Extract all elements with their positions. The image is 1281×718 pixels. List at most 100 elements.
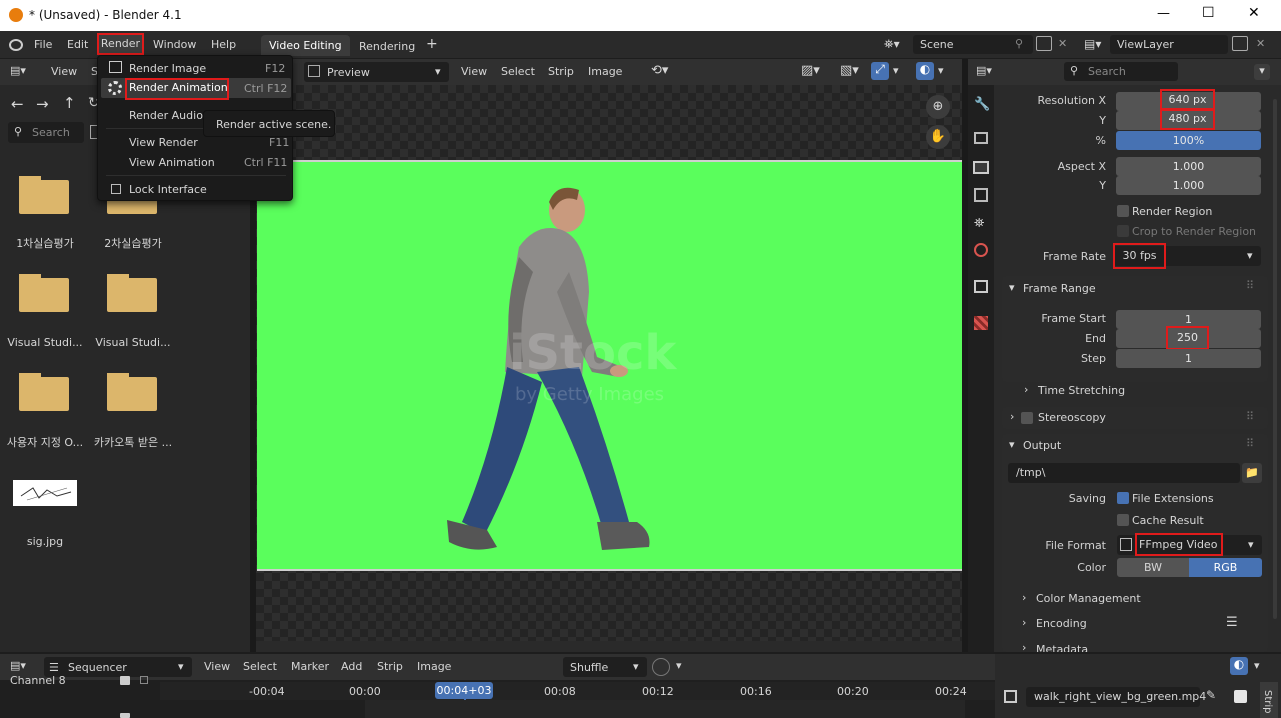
properties-editor-type-icon[interactable]: ▤▾ bbox=[976, 64, 992, 77]
scene-tab-icon[interactable]: ⛯ bbox=[974, 216, 984, 231]
overlay-icon[interactable]: ▧▾ bbox=[840, 63, 859, 78]
list-item[interactable]: sig.jpg bbox=[5, 477, 85, 555]
view-layer-selector[interactable]: ViewLayer bbox=[1110, 35, 1228, 54]
output-title[interactable]: Output bbox=[1023, 439, 1061, 452]
back-icon[interactable]: ← bbox=[11, 95, 24, 113]
overlays-toggle-icon[interactable]: ◐ bbox=[1230, 657, 1248, 675]
cache-result-checkbox[interactable] bbox=[1117, 514, 1129, 526]
new-scene-icon[interactable] bbox=[1036, 36, 1052, 51]
file-format-dropdown[interactable]: FFmpeg Video ▾ bbox=[1117, 533, 1262, 556]
overlays-dropdown-icon[interactable]: ▾ bbox=[938, 64, 944, 77]
tool-tab-icon[interactable]: 🔧 bbox=[974, 97, 990, 112]
overlays-dropdown-icon[interactable]: ▾ bbox=[1254, 659, 1260, 672]
menu-help[interactable]: Help bbox=[211, 38, 236, 51]
forward-icon[interactable]: → bbox=[36, 95, 49, 113]
sequencer-editor-type-icon[interactable]: ▤▾ bbox=[10, 659, 26, 672]
texture-tab-icon[interactable] bbox=[974, 316, 988, 330]
frame-end-field[interactable]: 250 bbox=[1116, 326, 1261, 350]
scene-icon[interactable]: ⛯▾ bbox=[884, 37, 900, 52]
maximize-button[interactable]: ☐ bbox=[1202, 5, 1215, 21]
menu-window[interactable]: Window bbox=[153, 38, 196, 51]
color-management-subpanel[interactable]: › Color Management bbox=[1020, 589, 1250, 609]
preview-view-menu[interactable]: View bbox=[461, 65, 487, 78]
list-item[interactable]: Visual Studi... bbox=[93, 274, 173, 352]
menu-item-render-animation[interactable]: Render Animation Ctrl F12 bbox=[101, 78, 291, 100]
color-bw-option[interactable]: BW bbox=[1117, 558, 1189, 577]
frame-step-field[interactable]: 1 bbox=[1116, 349, 1261, 368]
channel-lock-icon[interactable] bbox=[120, 676, 130, 685]
preview-strip-menu[interactable]: Strip bbox=[548, 65, 574, 78]
menu-render[interactable]: Render bbox=[97, 33, 144, 55]
timeline-ruler[interactable] bbox=[160, 682, 995, 700]
sequencer-add-menu[interactable]: Add bbox=[341, 660, 362, 673]
file-browser-view-menu[interactable]: View bbox=[51, 65, 77, 78]
pivot-icon[interactable]: ⟲▾ bbox=[651, 63, 668, 78]
delete-scene-icon[interactable]: ✕ bbox=[1058, 37, 1067, 50]
tab-strip[interactable]: Strip bbox=[1260, 682, 1278, 718]
sequencer-strip-menu[interactable]: Strip bbox=[377, 660, 403, 673]
menu-item-view-animation[interactable]: View Animation Ctrl F11 bbox=[101, 153, 291, 172]
snap-dropdown-icon[interactable]: ▾ bbox=[676, 659, 682, 672]
drag-handle-icon[interactable]: ⠿ bbox=[1246, 279, 1255, 292]
resolution-y-field[interactable]: 480 px bbox=[1116, 108, 1261, 130]
overlays-toggle-icon[interactable]: ◐ bbox=[916, 62, 934, 80]
stereoscopy-checkbox[interactable] bbox=[1021, 412, 1033, 424]
file-extensions-checkbox[interactable] bbox=[1117, 492, 1129, 504]
list-item[interactable]: Visual Studi... bbox=[5, 274, 85, 352]
strip-edit-icon[interactable]: ✎ bbox=[1206, 688, 1216, 702]
view-layer-tab-icon[interactable] bbox=[974, 188, 988, 202]
list-item[interactable]: 카카오톡 받은 ... bbox=[93, 373, 173, 451]
render-tab-icon[interactable] bbox=[974, 132, 988, 144]
delete-view-layer-icon[interactable]: ✕ bbox=[1256, 37, 1265, 50]
strip-active-checkbox[interactable] bbox=[1234, 690, 1247, 703]
sequencer-mode-dropdown[interactable]: ☰ Sequencer ▾ bbox=[44, 657, 192, 677]
minimize-button[interactable]: — bbox=[1157, 6, 1170, 21]
output-path-input[interactable]: /tmp\ bbox=[1008, 463, 1240, 483]
properties-scrollbar[interactable] bbox=[1273, 99, 1277, 619]
crop-region-checkbox[interactable] bbox=[1117, 225, 1129, 237]
sequencer-marker-menu[interactable]: Marker bbox=[291, 660, 329, 673]
world-tab-icon[interactable] bbox=[974, 243, 988, 257]
list-options-icon[interactable]: ☰ bbox=[1226, 615, 1238, 630]
drag-handle-icon[interactable]: ⠿ bbox=[1246, 410, 1255, 423]
gizmo-dropdown-icon[interactable]: ▾ bbox=[893, 64, 899, 77]
properties-options-icon[interactable]: ▾ bbox=[1254, 64, 1270, 80]
chevron-down-icon[interactable]: ▾ bbox=[1009, 281, 1015, 294]
stereoscopy-panel[interactable]: › Stereoscopy ⠿ bbox=[1002, 407, 1268, 429]
tab-rendering[interactable]: Rendering bbox=[359, 40, 415, 53]
preview-select-menu[interactable]: Select bbox=[501, 65, 535, 78]
preview-image-menu[interactable]: Image bbox=[588, 65, 622, 78]
aspect-x-field[interactable]: 1.000 bbox=[1116, 157, 1261, 176]
menu-item-render-image[interactable]: Render Image F12 bbox=[101, 59, 291, 78]
menu-edit[interactable]: Edit bbox=[67, 38, 88, 51]
aspect-y-field[interactable]: 1.000 bbox=[1116, 176, 1261, 195]
add-workspace-button[interactable]: + bbox=[426, 36, 438, 52]
timeline-area[interactable]: Channel 8 -00:04 00:00 00:04+03 00:08 00… bbox=[0, 674, 995, 718]
time-stretching-subpanel[interactable]: › Time Stretching bbox=[1022, 381, 1262, 401]
close-button[interactable]: ✕ bbox=[1248, 5, 1260, 21]
playhead-time[interactable]: 00:04+03 bbox=[435, 682, 493, 699]
collection-tab-icon[interactable] bbox=[974, 280, 988, 293]
scene-selector[interactable]: Scene ⚲ bbox=[913, 35, 1033, 54]
pin-icon[interactable]: ⚲ bbox=[1015, 37, 1023, 50]
list-item[interactable]: 1차실습평가 bbox=[5, 176, 85, 254]
resolution-percent-field[interactable]: 100% bbox=[1116, 131, 1261, 150]
encoding-subpanel[interactable]: › Encoding bbox=[1020, 614, 1250, 634]
view-layer-icon[interactable]: ▤▾ bbox=[1084, 37, 1101, 51]
chevron-down-icon[interactable]: ▾ bbox=[1009, 438, 1015, 451]
sequencer-select-menu[interactable]: Select bbox=[243, 660, 277, 673]
menu-file[interactable]: File bbox=[34, 38, 52, 51]
frame-range-title[interactable]: Frame Range bbox=[1023, 282, 1096, 295]
list-item[interactable]: 사용자 지정 O... bbox=[5, 373, 85, 451]
color-rgb-option[interactable]: RGB bbox=[1189, 558, 1262, 577]
sequencer-image-menu[interactable]: Image bbox=[417, 660, 451, 673]
channel-lock-icon[interactable] bbox=[120, 713, 130, 718]
snap-mode-dropdown[interactable]: Shuffle ▾ bbox=[563, 657, 647, 677]
preview-mode-dropdown[interactable]: Preview ▾ bbox=[304, 62, 449, 82]
display-channels-icon[interactable]: ▨▾ bbox=[801, 63, 820, 78]
tab-video-editing[interactable]: Video Editing bbox=[261, 35, 350, 56]
output-tab-icon[interactable] bbox=[973, 161, 989, 174]
new-view-layer-icon[interactable] bbox=[1232, 36, 1248, 51]
render-region-checkbox[interactable] bbox=[1117, 205, 1129, 217]
pan-hand-icon[interactable]: ✋ bbox=[926, 125, 950, 149]
